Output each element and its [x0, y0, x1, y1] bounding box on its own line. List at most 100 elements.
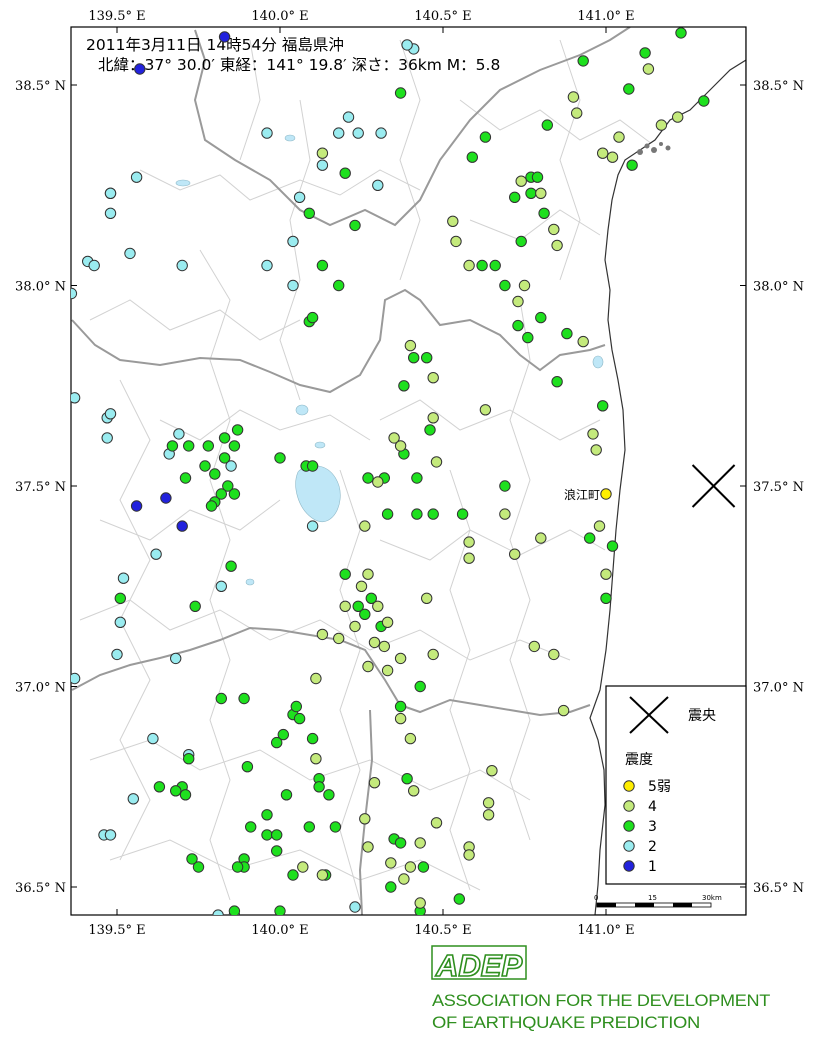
station-intensity-4 [378, 640, 390, 653]
station-intensity-5 [600, 488, 612, 500]
legend-swatch [623, 780, 635, 792]
station-intensity-3 [394, 87, 407, 99]
station-intensity-3 [153, 781, 166, 793]
station-intensity-4 [408, 785, 420, 797]
lon-label-bottom: 140.0° E [251, 923, 308, 938]
lat-label-left: 38.5° N [15, 79, 66, 94]
station-intensity-3 [639, 47, 651, 59]
station-intensity-4 [463, 552, 475, 564]
station-intensity-4 [548, 223, 560, 236]
station-intensity-4 [316, 628, 329, 641]
scale-label-15: 15 [648, 894, 657, 902]
station-intensity-3 [515, 235, 527, 248]
station-intensity-4 [486, 765, 498, 777]
station-intensity-4 [310, 753, 322, 765]
station-intensity-2 [261, 127, 273, 139]
station-intensity-4 [372, 476, 384, 488]
station-intensity-3 [411, 472, 423, 484]
station-intensity-2 [349, 901, 361, 913]
station-intensity-4 [430, 817, 443, 829]
station-intensity-3 [698, 95, 710, 107]
station-intensity-3 [623, 83, 635, 95]
lon-label-bottom: 140.5° E [414, 923, 471, 938]
station-intensity-3 [626, 159, 638, 171]
station-intensity-3 [411, 508, 423, 520]
station-intensity-2 [372, 179, 384, 192]
lon-label-top: 140.5° E [414, 9, 471, 24]
station-intensity-3 [271, 736, 283, 749]
station-intensity-3 [606, 540, 619, 552]
station-intensity-2 [293, 191, 306, 204]
station-intensity-2 [104, 408, 117, 420]
station-intensity-4 [333, 632, 345, 645]
station-intensity-4 [414, 897, 426, 909]
station-intensity-3 [499, 279, 511, 292]
legend-swatch [623, 800, 635, 812]
station-intensity-2 [316, 159, 329, 171]
station-intensity-4 [362, 660, 374, 673]
station-intensity-3 [183, 753, 195, 765]
station-intensity-3 [466, 151, 478, 163]
scale-label-0: 0 [594, 894, 598, 902]
station-intensity-3 [261, 829, 273, 841]
lat-label-left: 37.0° N [15, 681, 66, 696]
station-intensity-3 [509, 191, 521, 204]
station-intensity-3 [280, 789, 293, 801]
station-intensity-3 [408, 352, 420, 364]
station-intensity-4 [512, 295, 524, 308]
station-intensity-3 [179, 472, 192, 484]
station-intensity-3 [218, 432, 231, 444]
station-intensity-4 [479, 404, 492, 416]
scale-label-30: 30km [702, 894, 722, 902]
station-intensity-4 [447, 215, 459, 228]
station-intensity-4 [593, 520, 606, 532]
station-intensity-3 [541, 119, 553, 131]
station-intensity-3 [339, 568, 351, 580]
station-intensity-2 [127, 793, 140, 805]
station-intensity-4 [385, 857, 397, 869]
station-intensity-4 [587, 428, 599, 440]
station-intensity-4 [509, 548, 521, 560]
station-intensity-4 [463, 536, 475, 548]
legend-item-label: 3 [648, 819, 657, 835]
station-intensity-4 [557, 704, 570, 717]
station-intensity-4 [339, 600, 351, 612]
station-intensity-3 [287, 869, 299, 881]
station-intensity-3 [271, 829, 283, 841]
station-intensity-3 [228, 905, 241, 915]
station-intensity-2 [104, 829, 117, 841]
station-intensity-4 [381, 664, 394, 677]
station-intensity-3 [538, 207, 550, 220]
station-intensity-3 [453, 893, 465, 905]
station-intensity-4 [518, 279, 531, 292]
station-intensity-4 [316, 147, 329, 159]
station-intensity-3 [225, 560, 237, 572]
station-intensity-1 [160, 492, 172, 504]
station-intensity-2 [170, 652, 182, 665]
legend-item-label: 1 [648, 859, 657, 875]
station-intensity-4 [551, 239, 563, 252]
station-intensity-4 [421, 592, 433, 604]
station-intensity-3 [323, 789, 335, 801]
station-intensity-2 [261, 259, 273, 272]
lon-label-top: 139.5° E [88, 9, 145, 24]
station-intensity-4 [567, 91, 580, 103]
station-intensity-3 [512, 319, 524, 332]
lat-label-left: 37.5° N [15, 480, 66, 495]
station-intensity-3 [414, 680, 426, 693]
station-intensity-3 [274, 905, 286, 915]
station-intensity-2 [114, 616, 127, 628]
lon-label-top: 140.0° E [251, 9, 308, 24]
adep-logo-abbr: ADEP [435, 948, 522, 983]
station-intensity-3 [170, 785, 182, 797]
station-intensity-4 [414, 837, 426, 849]
lon-label-top: 141.0° E [577, 9, 634, 24]
station-intensity-4 [606, 151, 619, 163]
lon-label-bottom: 139.5° E [88, 923, 145, 938]
station-intensity-1 [134, 63, 146, 75]
station-intensity-3 [427, 508, 439, 520]
legend-box: 震央 震度 5弱 4 3 2 1 [605, 685, 747, 885]
station-intensity-4 [590, 444, 602, 456]
lat-label-right: 38.5° N [753, 79, 804, 94]
station-intensity-3 [499, 480, 511, 492]
